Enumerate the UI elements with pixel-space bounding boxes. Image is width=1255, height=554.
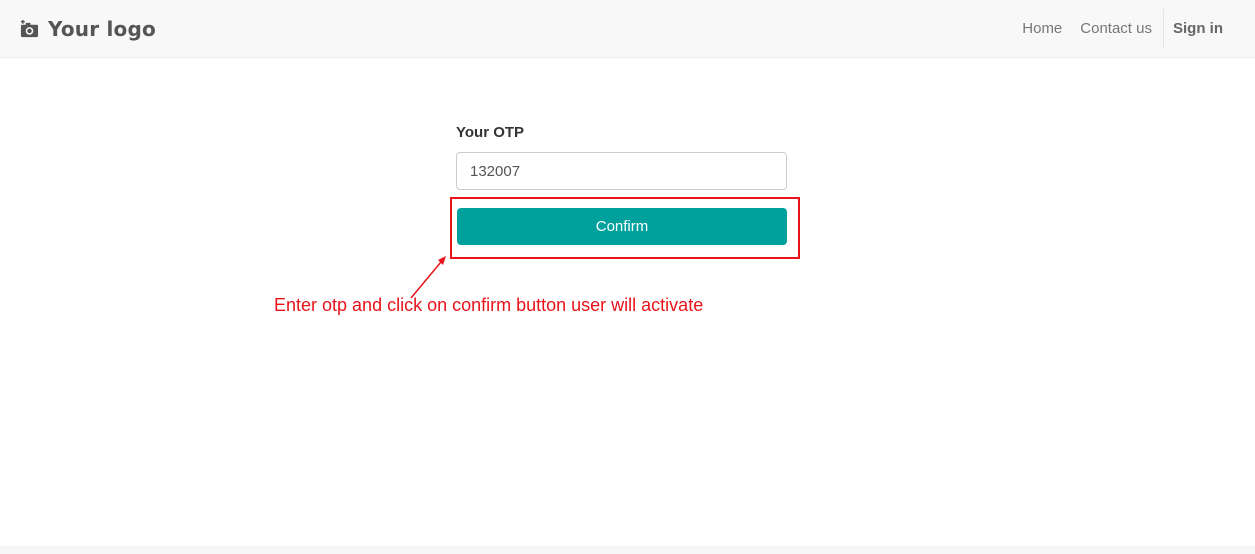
confirm-button[interactable]: Confirm [457,208,787,245]
camera-icon [20,19,39,37]
top-navbar: Your logo Home Contact us Sign in [0,0,1255,58]
annotation-arrow [410,256,446,299]
annotation-text: Enter otp and click on confirm button us… [274,295,704,315]
brand-text: Your logo [48,17,156,41]
nav-contact-link[interactable]: Contact us [1071,0,1161,57]
nav-home-link[interactable]: Home [1013,0,1071,57]
footer-strip [0,546,1255,554]
nav-links: Home Contact us Sign in [1013,0,1255,57]
sign-in-link[interactable]: Sign in [1164,0,1255,57]
otp-label: Your OTP [456,124,525,141]
brand-logo[interactable]: Your logo [20,14,156,44]
otp-input[interactable] [456,152,787,190]
